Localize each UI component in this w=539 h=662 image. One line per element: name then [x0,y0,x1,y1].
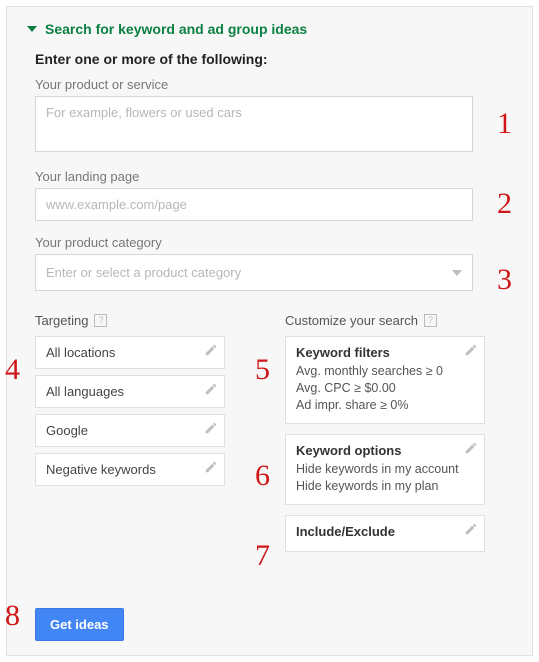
annotation-8: 8 [5,599,20,633]
category-field-group: Your product category Enter or select a … [35,235,512,291]
annotation-3: 3 [497,263,512,297]
targeting-item-label: All locations [46,345,115,360]
annotation-5: 5 [255,353,270,387]
annotation-2: 2 [497,187,512,221]
category-placeholder: Enter or select a product category [46,265,241,280]
help-icon[interactable]: ? [94,314,107,327]
targeting-item-label: Google [46,423,88,438]
landing-input[interactable] [35,188,473,221]
intro-heading: Enter one or more of the following: [35,51,512,67]
chevron-down-icon [452,270,462,276]
filters-line: Ad impr. share ≥ 0% [296,398,474,412]
product-input[interactable] [35,96,473,152]
targeting-locations[interactable]: All locations [35,336,225,369]
category-dropdown[interactable]: Enter or select a product category [35,254,473,291]
annotation-7: 7 [255,539,270,573]
get-ideas-button[interactable]: Get ideas [35,608,124,641]
filters-line: Avg. CPC ≥ $0.00 [296,381,474,395]
targeting-negative[interactable]: Negative keywords [35,453,225,486]
keyword-filters-card[interactable]: Keyword filters Avg. monthly searches ≥ … [285,336,485,424]
targeting-item-label: All languages [46,384,124,399]
pencil-icon [204,343,218,357]
pencil-icon [204,382,218,396]
include-exclude-card[interactable]: Include/Exclude [285,515,485,552]
customize-column: Customize your search ? Keyword filters … [285,313,505,558]
keyword-planner-panel: Search for keyword and ad group ideas En… [6,6,533,656]
pencil-icon [464,343,478,357]
filters-line: Avg. monthly searches ≥ 0 [296,364,474,378]
landing-label: Your landing page [35,169,512,184]
options-title: Keyword options [296,443,474,458]
targeting-item-label: Negative keywords [46,462,156,477]
keyword-options-card[interactable]: Keyword options Hide keywords in my acco… [285,434,485,505]
landing-field-group: Your landing page [35,169,512,221]
include-title: Include/Exclude [296,524,474,539]
help-icon[interactable]: ? [424,314,437,327]
pencil-icon [464,441,478,455]
annotation-1: 1 [497,107,512,141]
customize-title: Customize your search [285,313,418,328]
options-line: Hide keywords in my account [296,462,474,476]
panel-header[interactable]: Search for keyword and ad group ideas [27,21,512,37]
pencil-icon [204,460,218,474]
targeting-title: Targeting [35,313,88,328]
pencil-icon [464,522,478,536]
product-field-group: Your product or service [35,77,512,155]
targeting-languages[interactable]: All languages [35,375,225,408]
filters-title: Keyword filters [296,345,474,360]
annotation-4: 4 [5,353,20,387]
targeting-column: Targeting ? All locations All languages … [35,313,265,558]
panel-title: Search for keyword and ad group ideas [45,21,307,37]
annotation-6: 6 [255,459,270,493]
options-line: Hide keywords in my plan [296,479,474,493]
disclosure-triangle-icon [27,26,37,32]
pencil-icon [204,421,218,435]
category-label: Your product category [35,235,512,250]
targeting-network[interactable]: Google [35,414,225,447]
product-label: Your product or service [35,77,512,92]
